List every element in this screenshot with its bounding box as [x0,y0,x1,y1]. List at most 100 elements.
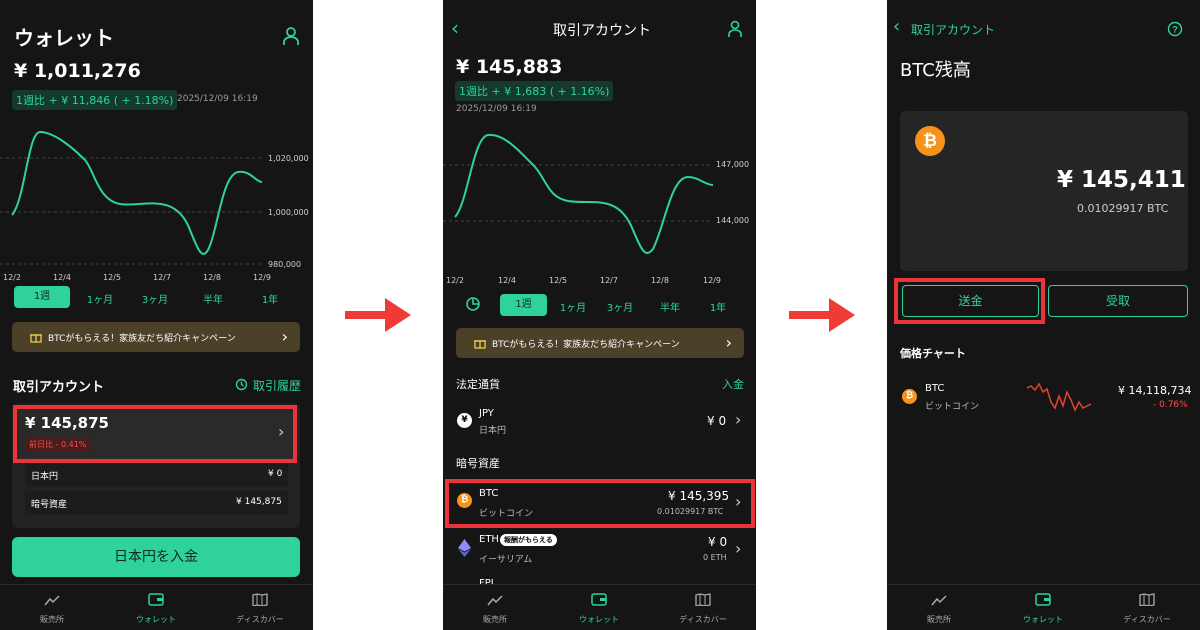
btc-price: ¥ 14,118,734 [1118,384,1192,397]
trending-up-icon [487,595,503,606]
balance-chart [443,133,714,254]
nav-label: ウォレット [136,615,176,624]
pie-chart-icon[interactable] [465,296,481,312]
price-sparkline [1027,382,1092,412]
row-label: 日本円 [31,472,59,482]
help-icon[interactable]: ? [1167,21,1183,37]
total-balance: ¥ 145,883 [456,56,563,78]
arrow-right-icon [345,298,411,332]
tab-half-year[interactable]: 半年 [188,291,238,306]
campaign-banner[interactable]: BTCがもらえる！家族友だち紹介キャンペーン › [12,322,300,352]
nav-label: ディスカバー [679,615,727,624]
trading-account-screen: ‹ 取引アカウント ¥ 145,883 1週比 + ¥ 1,683 ( + 1.… [443,0,756,630]
arrow-right-icon [789,298,855,332]
back-label[interactable]: 取引アカウント [911,21,995,38]
nav-discover[interactable]: ディスカバー [1095,591,1199,625]
tab-3month[interactable]: 3ヶ月 [130,291,180,306]
total-balance: ¥ 1,011,276 [14,60,141,82]
crypto-header: 暗号資産 [456,457,500,470]
timestamp: 2025/12/09 16:19 [177,94,258,104]
weekly-change: 1週比 + ¥ 1,683 ( + 1.16%) [455,81,614,101]
x-tick: 12/8 [203,273,221,282]
btc-amount: 0.01029917 BTC [1077,202,1169,215]
nav-sales[interactable]: 販売所 [443,591,547,625]
user-icon[interactable] [727,20,743,38]
back-icon[interactable]: ‹ [893,16,900,37]
bitcoin-icon: ₿ [915,126,945,156]
tab-1month[interactable]: 1ヶ月 [548,299,598,314]
trending-up-icon [931,595,947,606]
eth-amount: 0 ETH [703,553,727,562]
x-tick: 12/8 [651,276,669,285]
btc-balance-value: ¥ 145,411 [1057,167,1186,193]
row-jpy [25,463,288,487]
campaign-banner[interactable]: BTCがもらえる！家族友だち紹介キャンペーン › [456,328,744,358]
weekly-change: 1週比 + ¥ 11,846 ( + 1.18%) [12,90,178,110]
btc-balance-screen: ‹ 取引アカウント ? BTC残高 ₿ ¥ 145,411 0.01029917… [887,0,1200,630]
nav-label: ウォレット [1023,615,1063,624]
nav-label: 販売所 [483,615,507,624]
back-icon[interactable]: ‹ [451,16,459,40]
y-tick: 144,000 [716,216,750,225]
tab-1week[interactable]: 1週 [500,294,547,316]
highlight-box [445,479,755,528]
x-tick: 12/7 [153,273,171,282]
balance-chart [0,130,263,265]
ethereum-icon [458,539,471,557]
bottom-nav: 販売所 ウォレット ディスカバー [443,584,756,630]
history-icon[interactable] [235,378,248,391]
map-icon [1139,593,1155,607]
coin-name: ビットコイン [925,402,980,412]
chevron-right-icon: › [735,410,742,429]
map-icon [252,593,268,607]
chevron-right-icon: › [281,327,288,346]
tab-1week[interactable]: 1週 [14,286,70,308]
yen-icon: ¥ [457,413,472,428]
tab-3month[interactable]: 3ヶ月 [595,299,645,314]
bottom-nav: 販売所 ウォレット ディスカバー [0,584,313,630]
user-icon[interactable] [282,26,300,46]
deposit-link[interactable]: 入金 [722,376,744,392]
jpy-value: ¥ 0 [707,414,727,428]
eth-value: ¥ 0 [708,535,728,549]
banner-text: BTCがもらえる！家族友だち紹介キャンペーン [492,339,680,350]
tab-1year[interactable]: 1年 [693,299,743,314]
nav-label: 販売所 [927,615,951,624]
eth-name: イーサリアム [479,555,533,565]
tab-1year[interactable]: 1年 [245,291,295,306]
nav-sales[interactable]: 販売所 [887,591,991,625]
x-tick: 12/2 [446,276,464,285]
receive-button[interactable]: 受取 [1048,285,1188,317]
jpy-symbol: JPY [479,408,494,419]
y-tick: 980,000 [268,260,302,269]
history-link[interactable]: 取引履歴 [253,377,301,394]
tab-1month[interactable]: 1ヶ月 [75,291,125,306]
jpy-name: 日本円 [479,426,507,436]
nav-wallet[interactable]: ウォレット [104,591,208,625]
deposit-button[interactable]: 日本円を入金 [12,537,300,577]
bottom-nav: 販売所 ウォレット ディスカバー [887,584,1200,630]
price-chart-title: 価格チャート [900,347,966,360]
wallet-icon [591,593,607,606]
tab-half-year[interactable]: 半年 [645,299,695,314]
gift-icon [30,334,42,343]
nav-discover[interactable]: ディスカバー [208,591,312,625]
svg-text:?: ? [1172,25,1178,35]
nav-sales[interactable]: 販売所 [0,591,104,625]
reward-badge: 報酬がもらえる [500,534,557,546]
nav-wallet[interactable]: ウォレット [991,591,1095,625]
x-tick: 12/5 [549,276,567,285]
row-label: 暗号資産 [31,500,68,510]
row-value: ¥ 0 [268,469,283,479]
y-tick: 147,000 [716,160,750,169]
btc-price-change: - 0.76% [1153,400,1188,410]
timestamp: 2025/12/09 16:19 [456,104,537,114]
wallet-icon [148,593,164,606]
trending-up-icon [44,595,60,606]
wallet-screen: ウォレット ¥ 1,011,276 1週比 + ¥ 11,846 ( + 1.1… [0,0,313,630]
chevron-right-icon: › [735,539,742,558]
nav-discover[interactable]: ディスカバー [651,591,755,625]
nav-wallet[interactable]: ウォレット [547,591,651,625]
y-tick: 1,020,000 [268,154,309,163]
y-tick: 1,000,000 [268,208,309,217]
